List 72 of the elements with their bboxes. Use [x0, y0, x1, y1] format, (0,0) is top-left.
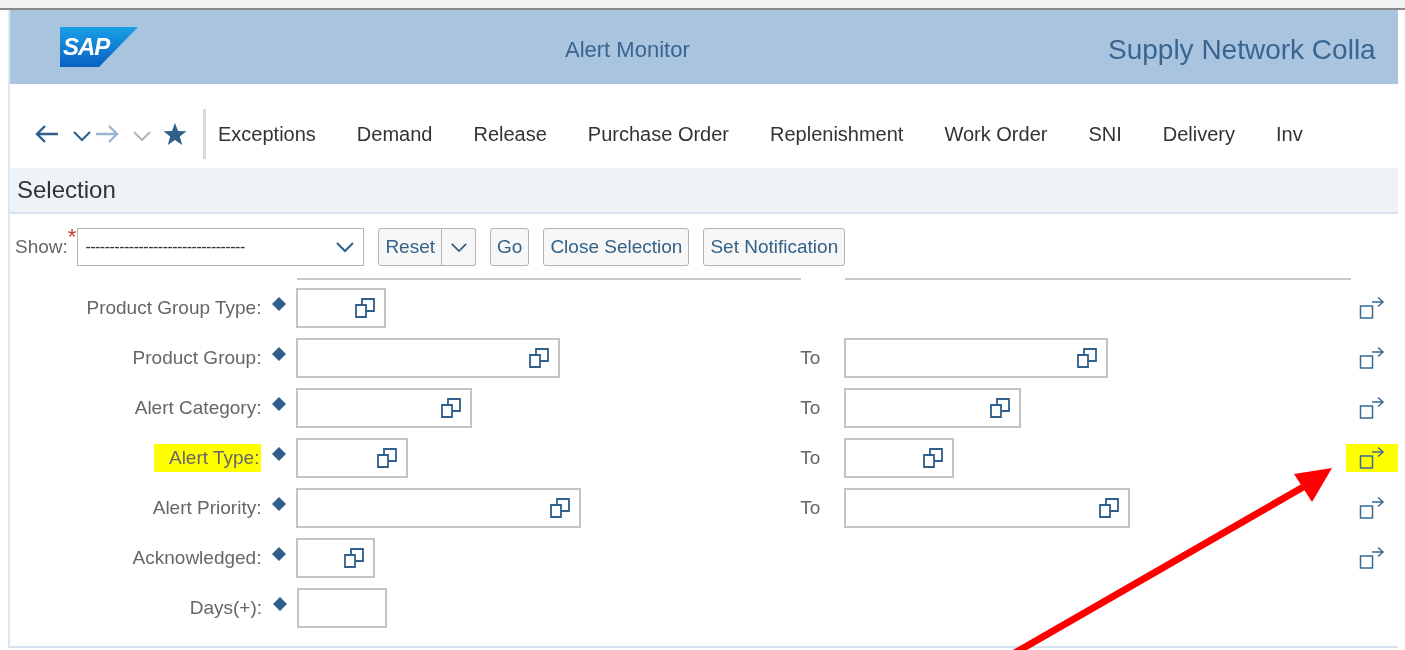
multiple-selection-icon: [1359, 396, 1386, 420]
show-dropdown[interactable]: ---------------------------------: [77, 228, 365, 266]
field-label: Alert Category:: [134, 395, 262, 420]
input-field[interactable]: [844, 488, 1131, 528]
multiple-selection-icon: [1359, 496, 1386, 520]
input-field[interactable]: [296, 288, 387, 328]
multiple-selection-icon: [1359, 446, 1386, 470]
value-help-icon[interactable]: [1098, 497, 1121, 519]
input-field[interactable]: [296, 438, 409, 478]
to-label: To: [800, 346, 821, 368]
value-help-icon[interactable]: [376, 447, 399, 469]
field-label: Acknowledged:: [132, 545, 262, 570]
reset-button[interactable]: Reset: [378, 228, 442, 266]
menu-item[interactable]: Inv: [1276, 119, 1303, 149]
back-arrow-icon[interactable]: [34, 124, 60, 144]
value-help-icon[interactable]: [1076, 347, 1099, 369]
input-field[interactable]: [844, 338, 1109, 378]
menu-item[interactable]: Delivery: [1162, 119, 1235, 149]
menu-item[interactable]: Work Order: [944, 119, 1048, 149]
field-label: Alert Type:: [153, 443, 262, 473]
input-field[interactable]: [844, 388, 1022, 428]
field-label: Alert Priority:: [152, 495, 262, 520]
input-field[interactable]: [296, 388, 473, 428]
reset-menu-button[interactable]: [442, 228, 476, 266]
value-help-icon[interactable]: [528, 347, 551, 369]
to-label: To: [800, 396, 821, 418]
value-help-icon[interactable]: [549, 497, 572, 519]
action-button[interactable]: Go: [490, 228, 530, 266]
logo: SAP: [63, 35, 110, 59]
star-icon[interactable]: [162, 122, 188, 146]
chevron-down-icon: [335, 241, 356, 253]
menu-item[interactable]: SNI: [1088, 119, 1122, 149]
section-title: Selection: [17, 175, 116, 205]
multiple-selection-icon: [1359, 546, 1386, 570]
input-field[interactable]: [296, 488, 582, 528]
value-help-icon[interactable]: [343, 547, 366, 569]
menu-item[interactable]: Exceptions: [218, 119, 316, 149]
input-field[interactable]: [296, 338, 561, 378]
diamond-icon[interactable]: [271, 347, 286, 361]
input-field[interactable]: [844, 438, 955, 478]
input-field[interactable]: [297, 588, 387, 628]
value-help-icon[interactable]: [440, 397, 463, 419]
value-help-icon[interactable]: [989, 397, 1012, 419]
to-label: To: [800, 496, 821, 518]
menu-item[interactable]: Release: [473, 119, 547, 149]
multiple-selection-button[interactable]: [1346, 444, 1398, 472]
field-label: Product Group Type:: [86, 295, 262, 320]
diamond-icon[interactable]: [271, 447, 286, 461]
to-label: To: [800, 446, 821, 468]
diamond-icon[interactable]: [271, 397, 286, 411]
show-label: Show:: [15, 234, 68, 259]
value-help-icon[interactable]: [922, 447, 945, 469]
page-title: Alert Monitor: [565, 36, 690, 64]
action-button[interactable]: Close Selection: [543, 228, 690, 266]
required-mark: *: [67, 226, 77, 248]
chevron-down-icon[interactable]: [72, 130, 92, 142]
value-help-icon[interactable]: [354, 297, 377, 319]
menu-item[interactable]: Purchase Order: [587, 119, 729, 149]
diamond-icon[interactable]: [271, 497, 286, 511]
menu-item[interactable]: Replenishment: [770, 119, 904, 149]
app-title: Supply Network Colla: [1108, 33, 1376, 67]
diamond-icon[interactable]: [271, 547, 286, 561]
diamond-icon[interactable]: [272, 597, 287, 611]
field-label: Product Group:: [132, 345, 262, 370]
chevron-down-icon: [449, 241, 468, 253]
input-field[interactable]: [296, 538, 376, 578]
field-label: Days(+):: [189, 595, 262, 620]
multiple-selection-icon: [1359, 346, 1386, 370]
action-button[interactable]: Set Notification: [703, 228, 846, 266]
multiple-selection-icon: [1359, 296, 1386, 320]
menu-item[interactable]: Demand: [356, 119, 433, 149]
diamond-icon[interactable]: [271, 297, 286, 311]
